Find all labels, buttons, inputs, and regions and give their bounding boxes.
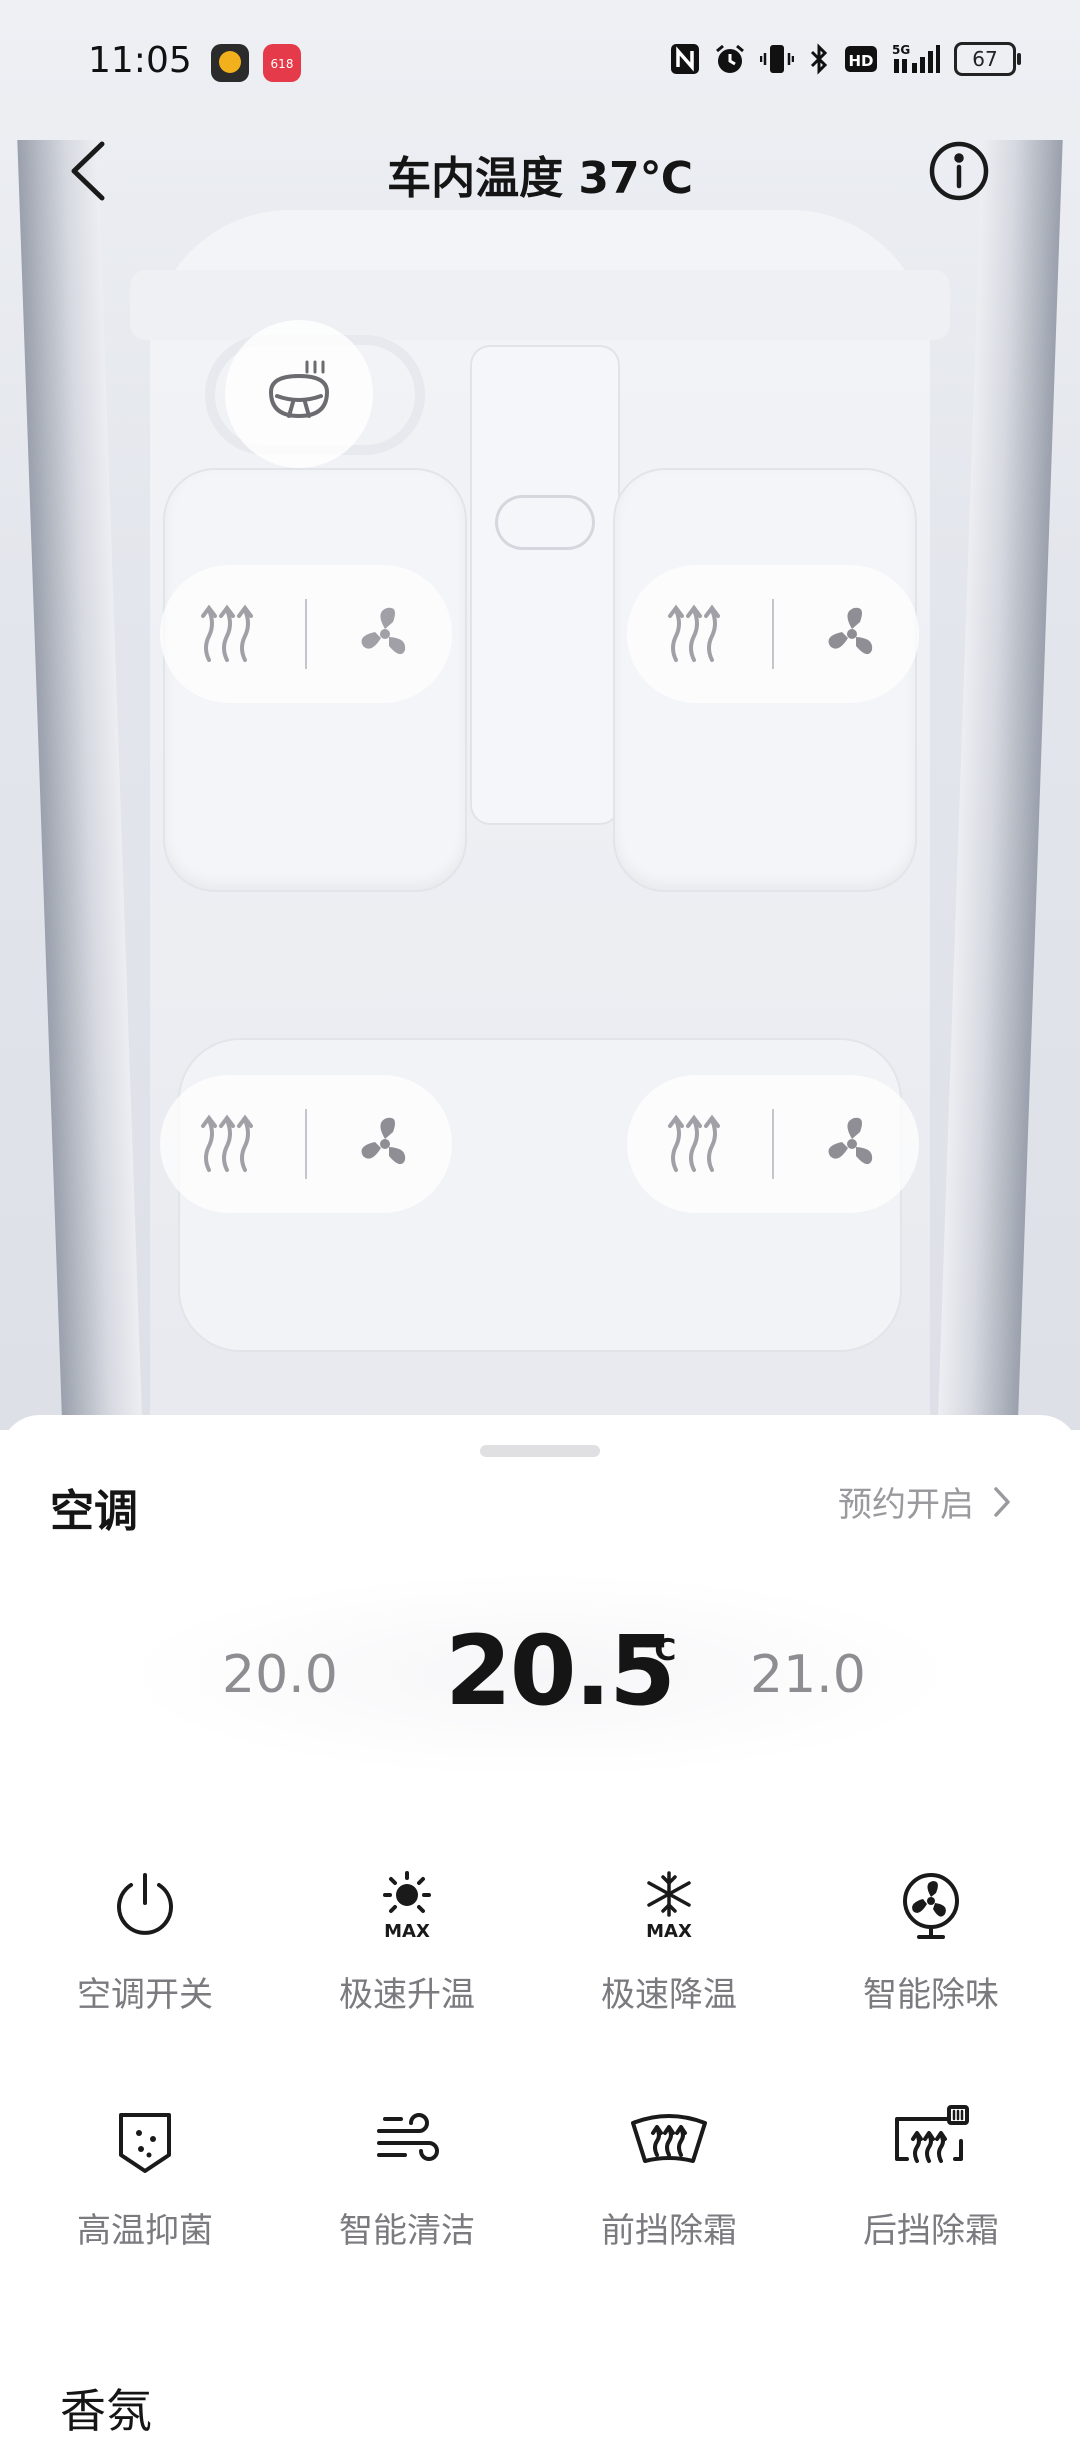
cup-holder	[495, 495, 595, 550]
front-defrost-icon	[629, 2101, 709, 2181]
page-title: 车内温度 37℃	[387, 153, 693, 204]
status-bar: 11:05 618 HD 5G 67	[0, 0, 1080, 120]
function-label: 高温抑菌	[77, 2211, 213, 2251]
svg-text:HD: HD	[848, 52, 873, 70]
left-door	[17, 140, 143, 1430]
function-label: 空调开关	[77, 1975, 213, 2015]
front-right-seat-controls	[627, 565, 919, 703]
pill-divider	[771, 1109, 774, 1179]
rear-right-seat-vent-button[interactable]	[797, 1094, 907, 1194]
function-label: 极速升温	[339, 1975, 475, 2015]
pill-divider	[304, 1109, 307, 1179]
rear-right-seat-controls	[627, 1075, 919, 1213]
wind-icon	[367, 2101, 447, 2181]
snowflake-max-icon: MAX	[629, 1865, 709, 1945]
fast-cool-button[interactable]: MAX 极速降温	[534, 1865, 804, 2045]
sheet-handle[interactable]	[480, 1445, 600, 1457]
svg-text:MAX: MAX	[384, 1921, 430, 1941]
temp-unit: ℃	[640, 1633, 677, 1668]
temp-current: 20.5	[445, 1615, 676, 1727]
svg-text:MAX: MAX	[646, 1921, 692, 1941]
seat-heat-icon	[667, 604, 720, 662]
function-label: 智能除味	[863, 1975, 999, 2015]
center-console	[470, 345, 620, 825]
rear-defrost-button[interactable]: 后挡除霜	[796, 2101, 1066, 2281]
function-label: 后挡除霜	[863, 2211, 999, 2251]
signal-5g-icon: 5G	[892, 43, 940, 73]
sun-max-icon: MAX	[367, 1865, 447, 1945]
fragrance-section-title: 香氛	[60, 2384, 152, 2438]
function-label: 前挡除霜	[601, 2211, 737, 2251]
dashboard	[130, 270, 950, 340]
temp-option-lower[interactable]: 20.0	[222, 1645, 338, 1705]
front-right-seat-vent-button[interactable]	[797, 584, 907, 684]
car-top-view	[0, 0, 1080, 1430]
steering-heat-button[interactable]	[225, 320, 373, 468]
power-icon	[105, 1865, 185, 1945]
right-door	[937, 140, 1063, 1430]
rear-left-seat-heat-button[interactable]	[172, 1094, 282, 1194]
fast-heat-button[interactable]: MAX 极速升温	[272, 1865, 542, 2045]
function-label: 智能清洁	[339, 2211, 475, 2251]
vibrate-icon	[760, 45, 794, 73]
front-left-seat-controls	[160, 565, 452, 703]
sterilize-button[interactable]: 高温抑菌	[10, 2101, 280, 2281]
front-left-seat-heat-button[interactable]	[172, 584, 282, 684]
seat-fan-icon	[361, 1117, 406, 1165]
fan-circle-icon	[891, 1865, 971, 1945]
seat-heat-icon	[200, 1114, 253, 1172]
seat-fan-icon	[828, 607, 873, 655]
pill-divider	[304, 599, 307, 669]
rear-right-seat-heat-button[interactable]	[639, 1094, 749, 1194]
info-button[interactable]	[928, 140, 990, 202]
battery-icon: 67	[954, 42, 1021, 76]
steering-heat-icon	[268, 360, 330, 419]
front-defrost-button[interactable]: 前挡除霜	[534, 2101, 804, 2281]
seat-fan-icon	[361, 607, 406, 655]
seat-heat-icon	[667, 1114, 720, 1172]
function-label: 极速降温	[601, 1975, 737, 2015]
deodorize-button[interactable]: 智能除味	[796, 1865, 1066, 2045]
schedule-label: 预约开启	[838, 1485, 974, 1525]
temp-option-higher[interactable]: 21.0	[750, 1645, 866, 1705]
seat-fan-icon	[828, 1117, 873, 1165]
chevron-right-icon	[994, 1486, 1010, 1517]
ac-power-button[interactable]: 空调开关	[10, 1865, 280, 2045]
status-icons: HD 5G 67	[670, 42, 1021, 76]
shield-dots-icon	[105, 2101, 185, 2181]
rear-defrost-icon	[891, 2101, 971, 2181]
seat-heat-icon	[200, 604, 253, 662]
rear-left-seat-vent-button[interactable]	[330, 1094, 440, 1194]
shopping-app-icon: 618	[263, 44, 301, 82]
pill-divider	[771, 599, 774, 669]
section-title: 空调	[50, 1486, 138, 1537]
rear-left-seat-controls	[160, 1075, 452, 1213]
front-left-seat-vent-button[interactable]	[330, 584, 440, 684]
bluetooth-icon	[810, 43, 828, 75]
smart-clean-button[interactable]: 智能清洁	[272, 2101, 542, 2281]
alarm-icon	[716, 44, 744, 73]
front-right-seat-heat-button[interactable]	[639, 584, 749, 684]
schedule-button[interactable]: 预约开启	[838, 1477, 1012, 1526]
info-icon	[929, 141, 989, 201]
status-time: 11:05	[88, 40, 192, 81]
app-notification-icon	[211, 44, 249, 82]
hd-icon: HD	[845, 46, 877, 72]
climate-sheet: 空调 预约开启 20.0 20.5 ℃ 21.0 空调开关 MAX 极速升温 M…	[0, 1415, 1080, 2438]
nfc-icon	[671, 44, 699, 74]
svg-text:5G: 5G	[892, 43, 910, 57]
